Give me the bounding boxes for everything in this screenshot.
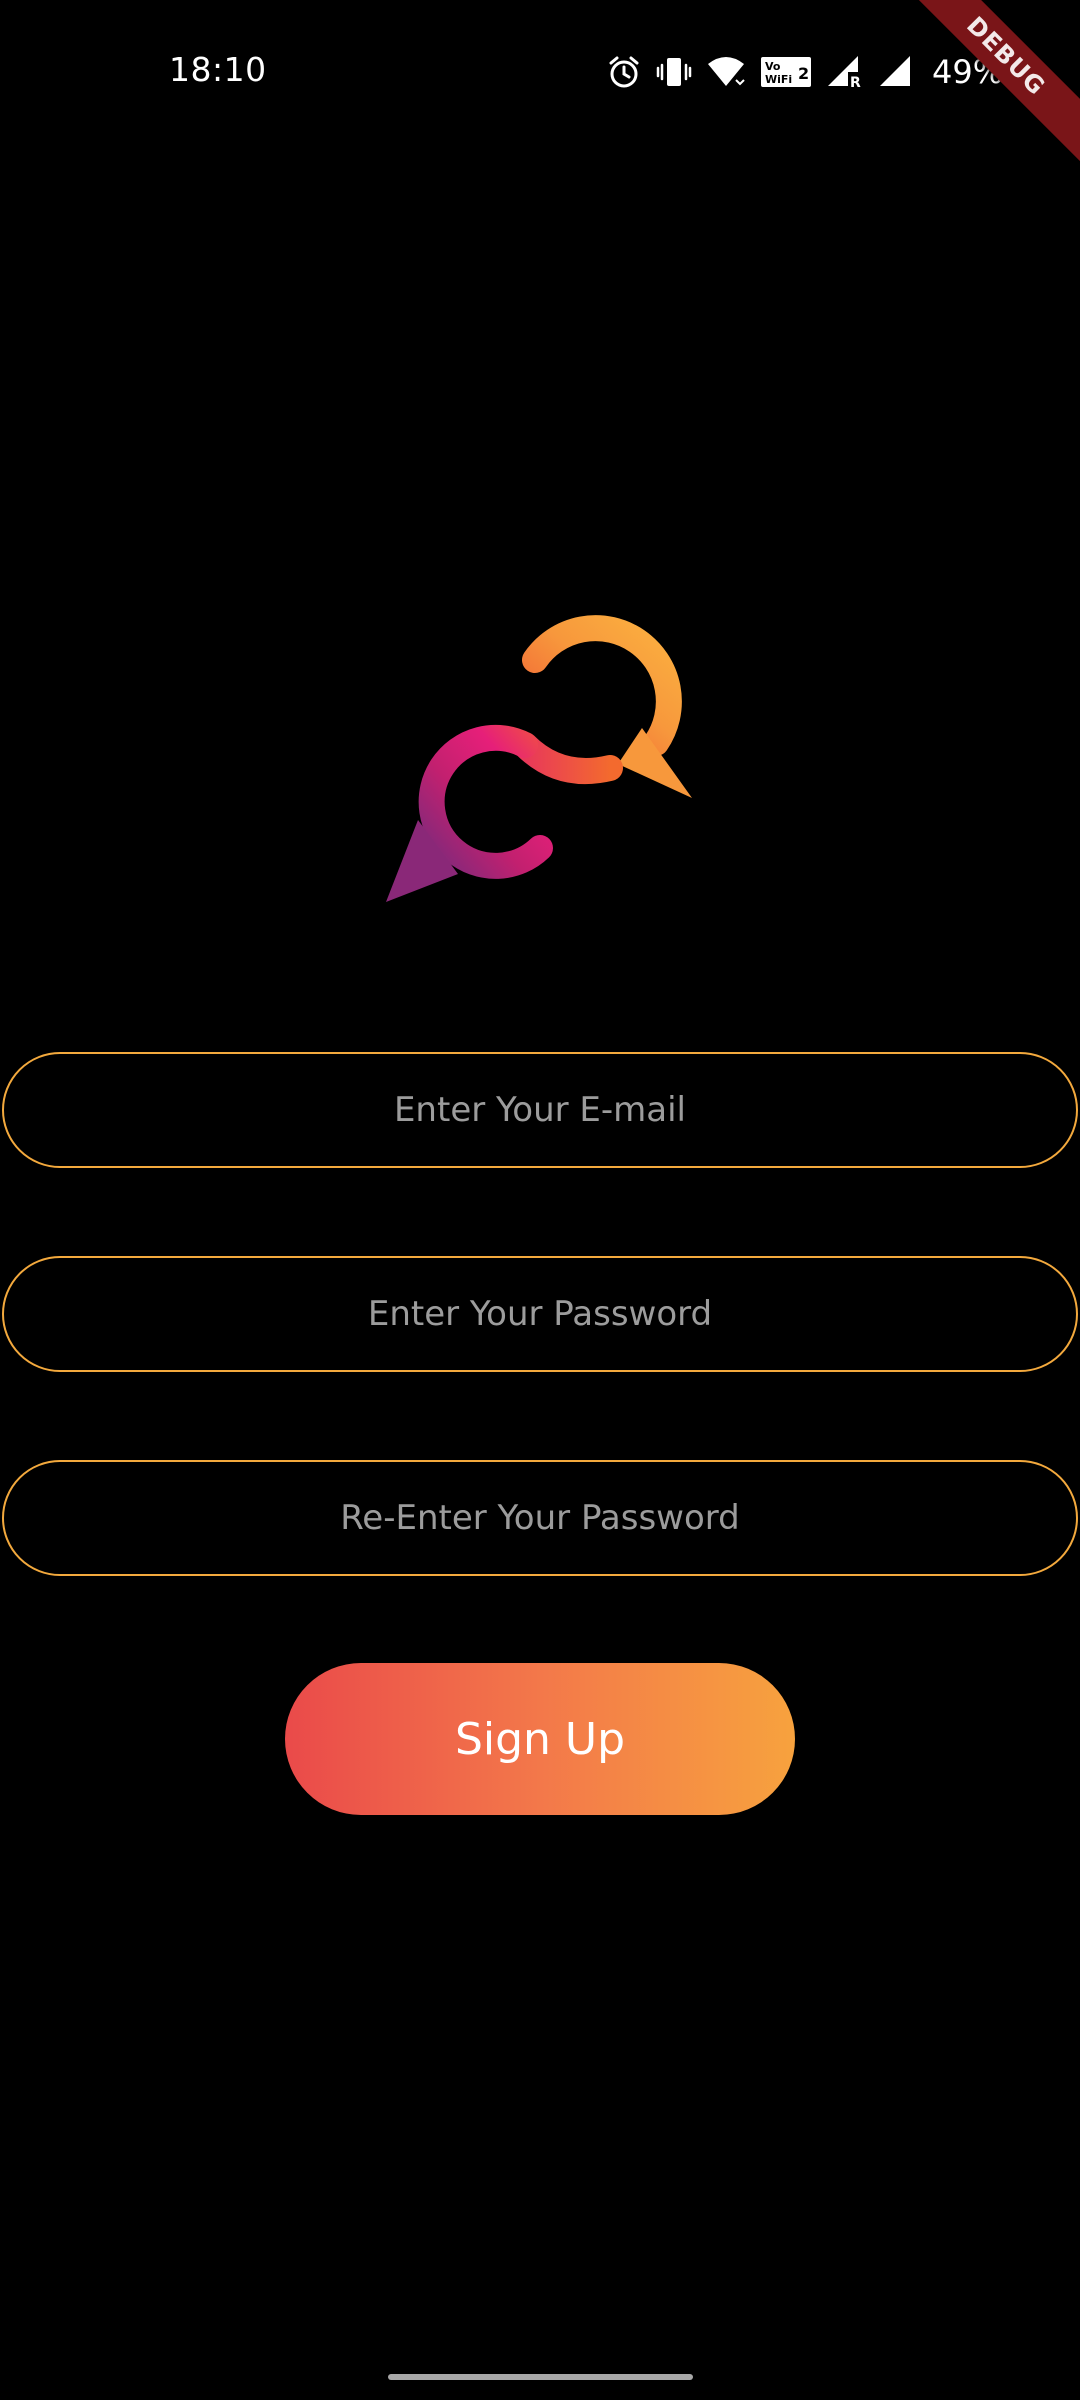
chat-bubbles-logo — [380, 598, 700, 908]
svg-text:Vo: Vo — [765, 60, 781, 73]
confirm-password-field[interactable] — [2, 1460, 1078, 1576]
sign-up-button-label: Sign Up — [454, 1713, 626, 1765]
alarm-icon — [606, 54, 642, 90]
vibrate-icon — [656, 54, 692, 90]
svg-text:2: 2 — [798, 64, 809, 83]
email-field[interactable] — [2, 1052, 1078, 1168]
signal-roaming-icon: R — [826, 54, 864, 90]
signal-icon — [878, 54, 914, 90]
email-input[interactable] — [55, 1089, 1025, 1131]
svg-text:R: R — [850, 75, 861, 90]
home-indicator[interactable] — [388, 2374, 693, 2380]
confirm-password-input[interactable] — [55, 1497, 1025, 1539]
sign-up-button[interactable]: Sign Up — [285, 1663, 795, 1815]
wifi-icon — [706, 54, 746, 90]
status-time: 18:10 — [169, 50, 267, 89]
svg-text:WiFi: WiFi — [765, 73, 792, 86]
status-icons: Vo WiFi 2 R 49% — [606, 52, 1041, 92]
password-input[interactable] — [55, 1293, 1025, 1335]
password-field[interactable] — [2, 1256, 1078, 1372]
status-bar: 18:10 Vo WiFi 2 R 49% DEBUG — [0, 0, 1080, 164]
vowifi-icon: Vo WiFi 2 — [760, 54, 812, 90]
